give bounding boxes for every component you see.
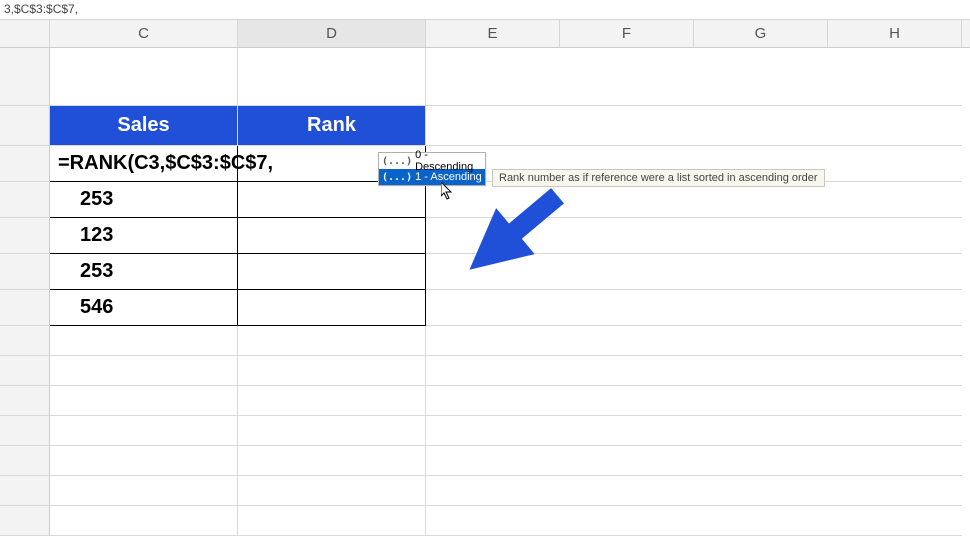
header-sales[interactable]: Sales	[50, 106, 238, 146]
option-label: 0 - Descending	[415, 149, 482, 173]
cell[interactable]	[238, 48, 426, 106]
cell[interactable]	[238, 506, 426, 536]
col-stub[interactable]	[0, 20, 50, 47]
row-stub[interactable]	[0, 182, 50, 218]
autocomplete-dropdown: (...) 0 - Descending (...) 1 - Ascending	[378, 152, 486, 186]
cell-editing[interactable]: =RANK(C3,$C$3:$C$7,	[50, 146, 238, 182]
cell[interactable]	[238, 356, 426, 386]
cell[interactable]	[238, 386, 426, 416]
cell[interactable]	[50, 506, 238, 536]
cell[interactable]	[50, 386, 238, 416]
col-header-g[interactable]: G	[694, 20, 828, 47]
cell[interactable]	[238, 416, 426, 446]
option-label: 1 - Ascending	[415, 171, 482, 183]
cell-rank[interactable]	[238, 254, 426, 290]
cell[interactable]	[426, 356, 962, 386]
cell-rank[interactable]	[238, 218, 426, 254]
col-header-c[interactable]: C	[50, 20, 238, 47]
spreadsheet: C D E F G H Sales Rank =RANK(C3,$C$3:$C$…	[0, 20, 970, 536]
cell-sales[interactable]: 123	[50, 218, 238, 254]
cell[interactable]	[426, 476, 962, 506]
col-header-d[interactable]: D	[238, 20, 426, 47]
row-stub[interactable]	[0, 48, 50, 106]
cell[interactable]	[50, 476, 238, 506]
cell[interactable]	[426, 218, 962, 254]
column-headers: C D E F G H	[0, 20, 970, 48]
cell[interactable]	[50, 446, 238, 476]
row-stub[interactable]	[0, 146, 50, 182]
cell-sales[interactable]: 253	[50, 182, 238, 218]
formula-bar-text: 3,$C$3:$C$7,	[4, 2, 78, 16]
row-stub[interactable]	[0, 290, 50, 326]
cell-sales[interactable]: 253	[50, 254, 238, 290]
param-icon: (...)	[382, 156, 412, 167]
cell-sales[interactable]: 546	[50, 290, 238, 326]
cell[interactable]	[426, 290, 962, 326]
row-stub[interactable]	[0, 106, 50, 146]
autocomplete-option-descending[interactable]: (...) 0 - Descending	[379, 153, 485, 169]
cell[interactable]	[50, 326, 238, 356]
row-stub[interactable]	[0, 446, 50, 476]
cell[interactable]	[426, 254, 962, 290]
row-stub[interactable]	[0, 476, 50, 506]
row-stub[interactable]	[0, 506, 50, 536]
tooltip-text: Rank number as if reference were a list …	[499, 172, 818, 184]
formula-bar[interactable]: 3,$C$3:$C$7,	[0, 0, 970, 20]
cell-rank[interactable]	[238, 182, 426, 218]
row-stub[interactable]	[0, 386, 50, 416]
header-rank[interactable]: Rank	[238, 106, 426, 146]
row-stub[interactable]	[0, 356, 50, 386]
row-stub[interactable]	[0, 326, 50, 356]
cell[interactable]	[426, 326, 962, 356]
cell[interactable]	[426, 416, 962, 446]
cell[interactable]	[50, 356, 238, 386]
row-stub[interactable]	[0, 218, 50, 254]
col-header-e[interactable]: E	[426, 20, 560, 47]
col-header-f[interactable]: F	[560, 20, 694, 47]
row-stub[interactable]	[0, 254, 50, 290]
cell[interactable]	[426, 506, 962, 536]
param-icon: (...)	[382, 172, 412, 183]
cell[interactable]	[426, 446, 962, 476]
autocomplete-option-ascending[interactable]: (...) 1 - Ascending	[379, 169, 485, 185]
cell[interactable]	[426, 386, 962, 416]
cell[interactable]	[50, 416, 238, 446]
col-header-h[interactable]: H	[828, 20, 962, 47]
cell[interactable]	[426, 182, 962, 218]
row-stub[interactable]	[0, 416, 50, 446]
cell[interactable]	[238, 476, 426, 506]
cell[interactable]	[238, 446, 426, 476]
cell-rank[interactable]	[238, 290, 426, 326]
cell[interactable]	[426, 48, 962, 106]
grid[interactable]: Sales Rank =RANK(C3,$C$3:$C$7, 253 123	[0, 48, 970, 536]
cell[interactable]	[238, 326, 426, 356]
formula-text: =RANK(C3,$C$3:$C$7,	[58, 152, 273, 175]
tooltip: Rank number as if reference were a list …	[492, 169, 825, 187]
cell[interactable]	[426, 106, 962, 146]
cell[interactable]	[50, 48, 238, 106]
